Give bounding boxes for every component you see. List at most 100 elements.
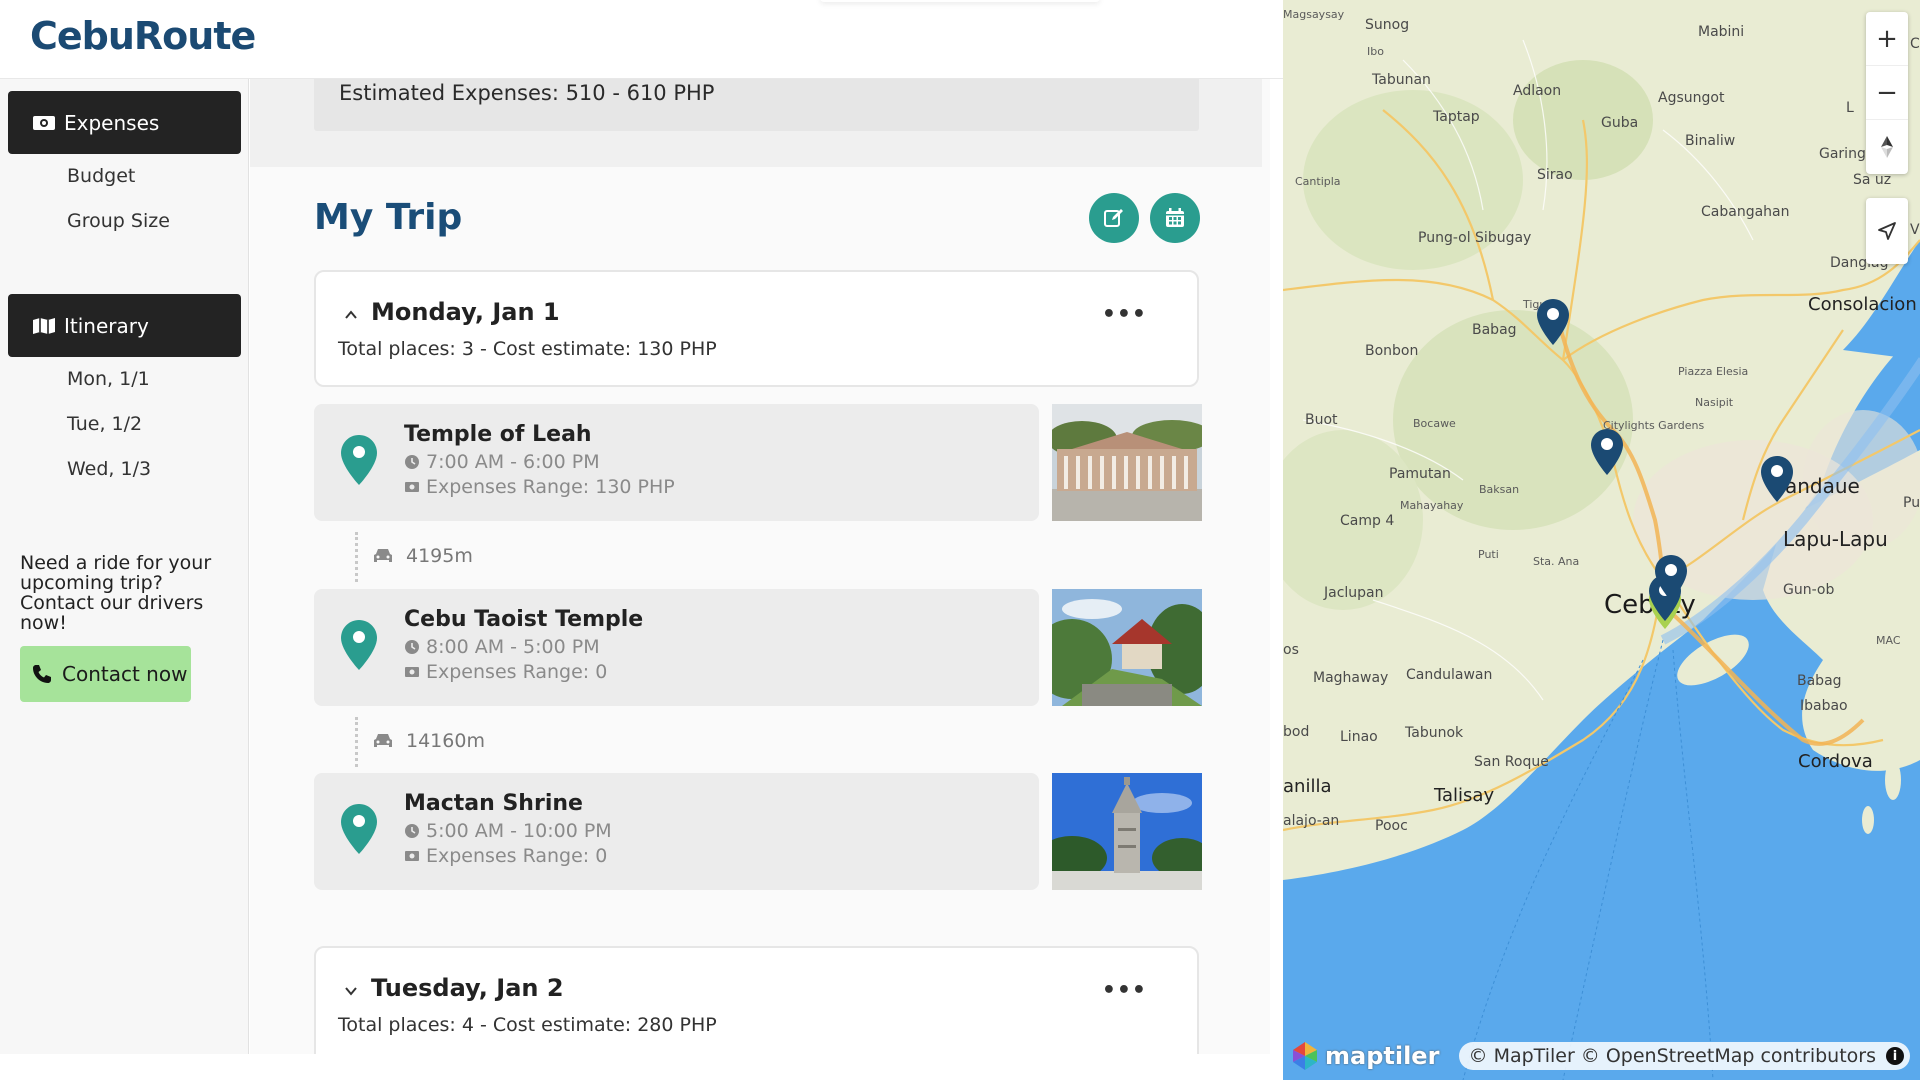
more-options-icon[interactable]: ••• xyxy=(1102,978,1147,1003)
sidebar-expenses-label: Expenses xyxy=(64,110,160,135)
location-pin-icon xyxy=(341,804,377,854)
zoom-out-button[interactable]: − xyxy=(1866,66,1908,120)
map-marker-pin[interactable] xyxy=(1590,428,1624,476)
map-label: Pung-ol Sibugay xyxy=(1418,230,1532,246)
sidebar-item-group-size[interactable]: Group Size xyxy=(67,210,170,232)
estimated-expenses: Estimated Expenses: 510 - 610 PHP xyxy=(314,79,1199,131)
map-label: Baksan xyxy=(1479,483,1520,496)
day-card[interactable]: Monday, Jan 1 Total places: 3 - Cost est… xyxy=(314,270,1199,387)
map-label: Mahayahay xyxy=(1400,499,1464,512)
map-label: Sunog xyxy=(1365,17,1410,33)
sidebar-item-tue[interactable]: Tue, 1/2 xyxy=(67,413,142,435)
maptiler-logo[interactable]: maptiler xyxy=(1289,1040,1439,1072)
map-label: Guba xyxy=(1601,115,1639,131)
place-photo-temple-of-leah[interactable] xyxy=(1052,404,1202,521)
place-photo-cebu-taoist-temple[interactable] xyxy=(1052,589,1202,706)
map-attribution[interactable]: © MapTiler © OpenStreetMap contributors … xyxy=(1458,1042,1910,1070)
ride-prompt-text: Need a ride for your upcoming trip? Cont… xyxy=(20,552,212,634)
map-marker-pin[interactable] xyxy=(1654,554,1688,602)
chevron-up-icon[interactable] xyxy=(344,308,358,322)
place-photo-mactan-shrine[interactable] xyxy=(1052,773,1202,890)
sidebar-itinerary-header[interactable]: Itinerary xyxy=(8,294,241,357)
main-scrollbar[interactable] xyxy=(1267,79,1270,1054)
place-card[interactable]: Cebu Taoist Temple 8:00 AM - 5:00 PM Exp… xyxy=(314,589,1039,706)
map-label: alajo-an xyxy=(1283,813,1340,829)
map-label: Buot xyxy=(1305,412,1338,428)
map-label: Bocawe xyxy=(1413,417,1456,430)
day-title: Monday, Jan 1 xyxy=(371,298,560,326)
edit-trip-button[interactable] xyxy=(1089,193,1139,243)
calendar-button[interactable] xyxy=(1150,193,1200,243)
travel-distance: 4195m xyxy=(372,545,473,567)
sidebar-item-mon[interactable]: Mon, 1/1 xyxy=(67,368,150,390)
place-expenses: Expenses Range: 0 xyxy=(404,661,607,683)
map-label: Piazza Elesia xyxy=(1678,365,1749,378)
map-label: Magsaysay xyxy=(1283,8,1345,21)
day-card[interactable]: Tuesday, Jan 2 Total places: 4 - Cost es… xyxy=(314,946,1199,1054)
zoom-in-button[interactable]: + xyxy=(1866,12,1908,66)
car-icon xyxy=(374,734,392,747)
place-card[interactable]: Mactan Shrine 5:00 AM - 10:00 PM Expense… xyxy=(314,773,1039,890)
location-pin-icon xyxy=(341,620,377,670)
map[interactable]: Magsaysay Sunog Ibo Mabini Tabunan Adlao… xyxy=(1283,0,1920,1080)
clock-icon xyxy=(405,640,419,654)
map-label: os xyxy=(1283,642,1299,658)
map-label: Cantipla xyxy=(1295,175,1341,188)
map-label: Sta. Ana xyxy=(1533,555,1580,568)
map-zoom-controls: + − xyxy=(1866,12,1908,174)
place-hours: 8:00 AM - 5:00 PM xyxy=(404,636,600,658)
map-label: Taptap xyxy=(1433,109,1480,125)
header-divider xyxy=(820,0,1100,2)
map-label: Binaliw xyxy=(1685,133,1736,149)
locate-button[interactable] xyxy=(1866,198,1908,264)
place-card[interactable]: Temple of Leah 7:00 AM - 6:00 PM Expense… xyxy=(314,404,1039,521)
page-title: My Trip xyxy=(314,197,463,238)
place-expenses: Expenses Range: 0 xyxy=(404,845,607,867)
maptiler-logo-text: maptiler xyxy=(1325,1042,1440,1070)
map-marker-pin[interactable] xyxy=(1760,455,1794,503)
info-icon[interactable]: i xyxy=(1886,1047,1904,1065)
map-label: Maghaway xyxy=(1313,670,1389,686)
map-label: Consolacion xyxy=(1808,294,1917,315)
map-label: Jaclupan xyxy=(1324,585,1384,601)
map-label: Nasipit xyxy=(1695,396,1734,409)
map-label: anilla xyxy=(1283,776,1332,797)
contact-now-button[interactable]: Contact now xyxy=(20,646,191,702)
app-logo[interactable]: CebuRoute xyxy=(30,14,256,58)
map-label: Talisay xyxy=(1434,785,1495,806)
compass-button[interactable] xyxy=(1866,120,1908,174)
attribution-text[interactable]: © MapTiler © OpenStreetMap contributors xyxy=(1469,1045,1876,1067)
more-options-icon[interactable]: ••• xyxy=(1102,302,1147,327)
map-label: L xyxy=(1846,100,1854,116)
money-icon xyxy=(405,851,419,861)
map-label: Puti xyxy=(1478,548,1499,561)
map-label: Gun-ob xyxy=(1783,582,1835,598)
map-label: Agsungot xyxy=(1658,90,1725,106)
day-title: Tuesday, Jan 2 xyxy=(371,974,564,1002)
sidebar-item-budget[interactable]: Budget xyxy=(67,165,135,187)
map-label: Pooc xyxy=(1375,818,1408,834)
map-label: andaue xyxy=(1785,474,1860,498)
map-label: Linao xyxy=(1340,729,1378,745)
money-icon xyxy=(405,482,419,492)
day-summary: Total places: 3 - Cost estimate: 130 PHP xyxy=(338,338,717,360)
map-label: Mabini xyxy=(1698,24,1745,40)
place-name: Cebu Taoist Temple xyxy=(404,607,644,632)
contact-now-label: Contact now xyxy=(62,662,188,686)
sidebar-item-wed[interactable]: Wed, 1/3 xyxy=(67,458,151,480)
sidebar-expenses-header[interactable]: Expenses xyxy=(8,91,241,154)
map-label: Cordova xyxy=(1798,751,1873,772)
clock-icon xyxy=(405,455,419,469)
map-label: V xyxy=(1910,222,1920,238)
chevron-down-icon[interactable] xyxy=(344,984,358,998)
locate-icon xyxy=(1878,222,1896,240)
map-label: Babag xyxy=(1797,673,1842,689)
day-summary: Total places: 4 - Cost estimate: 280 PHP xyxy=(338,1014,717,1036)
map-label: Pamutan xyxy=(1389,466,1451,482)
phone-icon xyxy=(33,665,51,683)
map-marker-pin[interactable] xyxy=(1536,298,1570,346)
map-label: Bonbon xyxy=(1365,343,1419,359)
location-pin-icon xyxy=(341,435,377,485)
map-label: Sa uz xyxy=(1853,172,1892,188)
map-label: Tabunan xyxy=(1372,72,1431,88)
